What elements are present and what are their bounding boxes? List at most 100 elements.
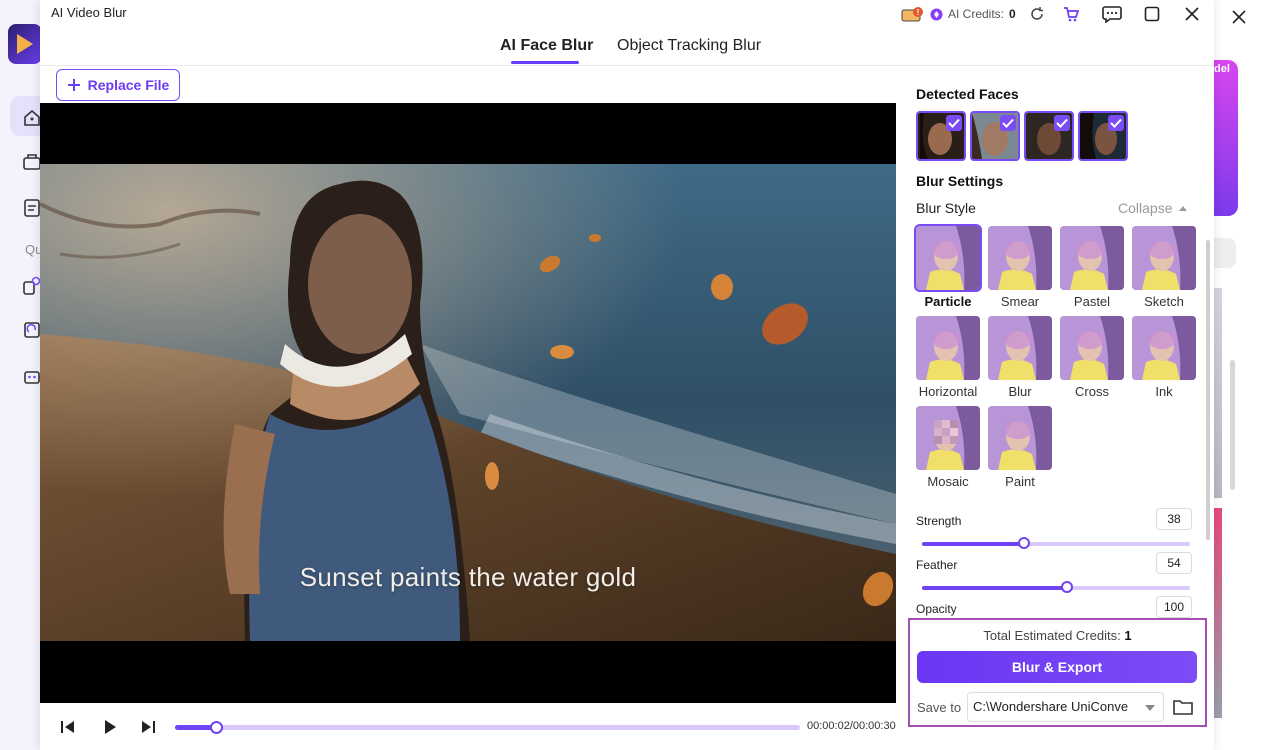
slider-value-input[interactable]: 54 — [1156, 552, 1192, 574]
face-1-checkbox[interactable] — [946, 115, 962, 131]
slider-fill — [922, 542, 1024, 546]
credits-value: 0 — [1009, 7, 1016, 21]
active-tab-indicator — [511, 61, 579, 64]
mode-tabs: AI Face Blur Object Tracking Blur — [40, 30, 1214, 66]
detected-faces-title: Detected Faces — [916, 86, 1019, 102]
background-pill — [1214, 238, 1236, 268]
face-thumbnail-2[interactable] — [970, 111, 1020, 161]
video-player[interactable]: Sunset paints the water gold — [40, 103, 896, 703]
ai-toolbox-icon[interactable] — [22, 152, 42, 172]
folder-icon[interactable] — [1172, 697, 1194, 717]
checkmark-icon — [1002, 118, 1014, 128]
previous-frame-icon[interactable] — [58, 717, 78, 737]
blur-style-mosaic[interactable]: Mosaic — [916, 406, 980, 490]
face-thumbnail-4[interactable] — [1078, 111, 1128, 161]
play-icon[interactable] — [100, 717, 120, 737]
slider-handle[interactable] — [1060, 581, 1073, 593]
blur-style-pastel[interactable]: Pastel — [1060, 226, 1124, 310]
slider-label: Feather — [916, 558, 958, 572]
slider-track[interactable] — [922, 537, 1190, 549]
video-frame: Sunset paints the water gold — [40, 164, 896, 641]
blur-style-label: Mosaic — [927, 474, 969, 489]
face-swap-icon[interactable] — [22, 276, 42, 296]
panel-scrollbar-thumb[interactable] — [1206, 240, 1210, 540]
total-estimated-credits: Total Estimated Credits: 1 — [910, 628, 1205, 643]
blur-style-label: Blur Style — [916, 200, 976, 216]
blur-style-label: Paint — [1005, 474, 1035, 489]
feather-slider-row: Feather 54 — [916, 552, 1192, 596]
blur-style-cross[interactable]: Cross — [1060, 316, 1124, 400]
export-section: Total Estimated Credits: 1 Blur & Export… — [908, 618, 1207, 727]
face-4-checkbox[interactable] — [1108, 115, 1124, 131]
robot-icon[interactable] — [22, 366, 42, 386]
blur-export-button[interactable]: Blur & Export — [917, 651, 1197, 683]
gift-icon[interactable]: ! — [901, 5, 925, 23]
dropdown-caret-icon — [1145, 705, 1155, 711]
save-path-value: C:\Wondershare UniConve — [973, 699, 1129, 714]
convert-icon[interactable] — [22, 320, 42, 340]
blur-style-label: Horizontal — [918, 384, 978, 399]
slider-value-input[interactable]: 38 — [1156, 508, 1192, 530]
feedback-icon[interactable] — [1101, 3, 1123, 25]
video-subtitle: Sunset paints the water gold — [299, 562, 637, 592]
tab-object-tracking-blur[interactable]: Object Tracking Blur — [617, 37, 761, 55]
collapse-toggle[interactable]: Collapse — [1118, 200, 1188, 216]
background-scrollbar[interactable] — [1230, 360, 1235, 490]
blur-style-thumbnail — [988, 316, 1052, 380]
replace-file-label: Replace File — [87, 77, 170, 93]
blur-style-ink[interactable]: Ink — [1132, 316, 1196, 400]
blur-style-blur[interactable]: Blur — [988, 316, 1052, 400]
estimated-credits-label: Total Estimated Credits: — [983, 628, 1121, 643]
checkmark-icon — [1110, 118, 1122, 128]
blur-style-thumbnail — [916, 406, 980, 470]
video-progress-bar[interactable] — [175, 721, 800, 734]
home-icon[interactable] — [22, 108, 42, 128]
blur-style-thumbnail — [1060, 226, 1124, 290]
blur-style-label: Sketch — [1144, 294, 1184, 309]
blur-style-paint[interactable]: Paint — [988, 406, 1052, 490]
ai-credits[interactable]: ! AI Credits: 0 — [901, 3, 1045, 25]
blur-style-label: Particle — [924, 294, 972, 309]
blur-style-thumbnail — [916, 316, 980, 380]
close-icon[interactable] — [1181, 3, 1203, 25]
save-to-label: Save to — [917, 700, 962, 715]
face-thumbnail-1[interactable] — [916, 111, 966, 161]
background-thumbnail-2 — [1214, 508, 1222, 718]
video-time: 00:00:02/00:00:30 — [807, 720, 896, 732]
playback-controls: 00:00:02/00:00:30 — [40, 703, 896, 750]
blur-style-smear[interactable]: Smear — [988, 226, 1052, 310]
face-3-checkbox[interactable] — [1054, 115, 1070, 131]
ai-video-blur-dialog: AI Video Blur ! AI Credits: 0 AI Face Bl… — [40, 0, 1214, 750]
face-2-checkbox[interactable] — [1000, 115, 1016, 131]
face-thumbnail-3[interactable] — [1024, 111, 1074, 161]
slider-track[interactable] — [922, 581, 1190, 593]
window-title: AI Video Blur — [51, 5, 127, 20]
plus-icon — [67, 79, 80, 91]
strength-slider-row: Strength 38 — [916, 508, 1192, 552]
refresh-icon[interactable] — [1029, 6, 1045, 22]
opacity-slider-row: Opacity 100 — [916, 596, 1192, 618]
blur-style-label: Blur — [1008, 384, 1032, 399]
slider-value-input[interactable]: 100 — [1156, 596, 1192, 618]
blur-style-thumbnail — [1060, 316, 1124, 380]
background-promo-card[interactable]: del — [1214, 60, 1238, 216]
slider-fill — [922, 586, 1067, 590]
blur-style-thumbnail — [1132, 316, 1196, 380]
cart-icon[interactable] — [1060, 3, 1082, 25]
tab-ai-face-blur[interactable]: AI Face Blur — [500, 37, 593, 55]
document-icon[interactable] — [22, 198, 42, 218]
background-close-icon[interactable] — [1228, 6, 1250, 28]
replace-file-button[interactable]: Replace File — [56, 69, 180, 101]
app-logo — [8, 24, 42, 64]
slider-handle[interactable] — [1017, 537, 1030, 549]
next-frame-icon[interactable] — [138, 717, 158, 737]
save-path-select[interactable]: C:\Wondershare UniConve — [967, 692, 1164, 722]
maximize-icon[interactable] — [1141, 3, 1163, 25]
panel-scrollbar[interactable] — [1206, 80, 1210, 600]
svg-text:!: ! — [917, 8, 920, 17]
blur-style-particle[interactable]: Particle — [914, 224, 982, 310]
blur-settings-title: Blur Settings — [916, 173, 1004, 189]
blur-style-horizontal[interactable]: Horizontal — [916, 316, 980, 400]
video-progress-handle[interactable] — [209, 721, 223, 734]
blur-style-sketch[interactable]: Sketch — [1132, 226, 1196, 310]
